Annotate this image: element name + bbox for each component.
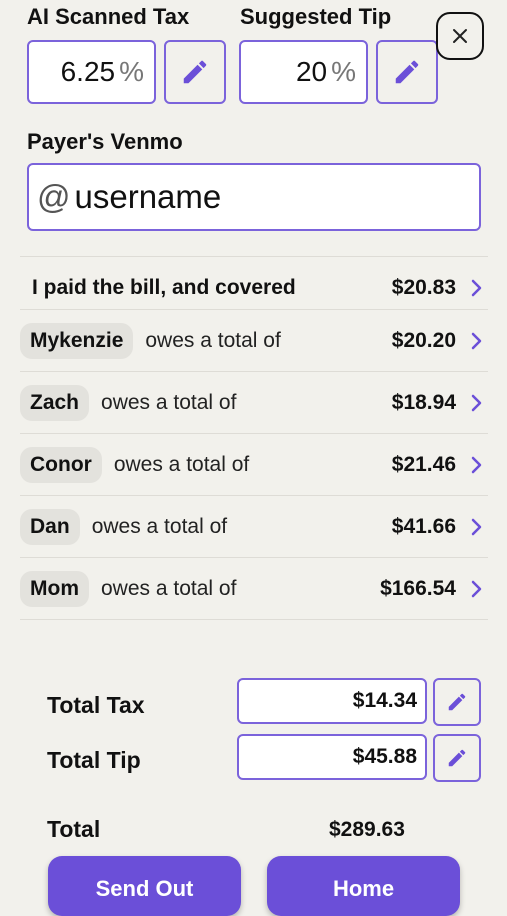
- at-prefix: @: [37, 178, 71, 215]
- person-row[interactable]: Zach owes a total of $18.94: [20, 371, 488, 434]
- edit-tax-button[interactable]: [164, 40, 226, 104]
- total-tip-field[interactable]: $45.88: [237, 734, 427, 780]
- send-out-button[interactable]: Send Out: [48, 856, 241, 916]
- owes-text: owes a total of: [113, 453, 250, 476]
- close-button[interactable]: [436, 12, 484, 60]
- list-divider: [20, 619, 488, 620]
- payer-row-amount: $20.83: [391, 276, 456, 299]
- owes-text: owes a total of: [91, 515, 228, 538]
- person-amount: $41.66: [391, 515, 456, 538]
- total-tip-value: $45.88: [352, 745, 417, 768]
- venmo-label: Payer's Venmo: [27, 129, 183, 154]
- edit-tip-button[interactable]: [376, 40, 438, 104]
- edit-total-tip-button[interactable]: [433, 734, 481, 782]
- person-name: Zach: [20, 385, 90, 421]
- owes-text: owes a total of: [101, 577, 237, 600]
- person-name: Mom: [20, 571, 89, 607]
- home-button[interactable]: Home: [267, 856, 460, 916]
- close-icon: [453, 29, 467, 43]
- person-row[interactable]: Mykenzie owes a total of $20.20: [20, 309, 488, 372]
- payer-row-text: I paid the bill, and covered: [32, 276, 296, 299]
- chevron-right-icon: [464, 332, 488, 350]
- tip-label: Suggested Tip: [240, 4, 392, 29]
- person-name: Conor: [20, 447, 102, 483]
- tax-label: AI Scanned Tax: [27, 4, 190, 29]
- chevron-right-icon: [464, 456, 488, 474]
- person-amount: $18.94: [391, 391, 456, 414]
- chevron-right-icon: [464, 394, 488, 412]
- total-tax-label: Total Tax: [47, 692, 145, 718]
- total-value: $289.63: [329, 818, 405, 841]
- tax-percent-value: 6.25: [60, 56, 116, 87]
- total-tax-value: $14.34: [352, 689, 417, 712]
- pencil-icon: [448, 693, 466, 711]
- person-amount: $20.20: [391, 329, 456, 352]
- edit-total-tax-button[interactable]: [433, 678, 481, 726]
- pencil-icon: [448, 749, 466, 767]
- person-name: Dan: [20, 509, 80, 545]
- total-label: Total: [47, 816, 101, 842]
- tax-percent-unit: %: [119, 56, 144, 87]
- person-name: Mykenzie: [20, 323, 134, 359]
- person-amount: $21.46: [391, 453, 456, 476]
- chevron-right-icon: [464, 518, 488, 536]
- owes-text: owes a total of: [145, 329, 281, 352]
- tax-percent-field[interactable]: 6.25 %: [27, 40, 156, 104]
- tip-percent-field[interactable]: 20 %: [239, 40, 368, 104]
- owes-text: owes a total of: [101, 391, 237, 414]
- chevron-right-icon: [464, 279, 488, 297]
- person-row[interactable]: Conor owes a total of $21.46: [20, 433, 488, 496]
- total-tax-field[interactable]: $14.34: [237, 678, 427, 724]
- total-tip-label: Total Tip: [47, 747, 141, 773]
- tip-percent-value: 20: [295, 56, 328, 87]
- person-amount: $166.54: [380, 577, 456, 600]
- tip-percent-unit: %: [331, 56, 356, 87]
- venmo-username-input[interactable]: @ username: [27, 163, 481, 231]
- person-row[interactable]: Mom owes a total of $166.54: [20, 557, 488, 620]
- pencil-icon: [395, 60, 419, 84]
- venmo-placeholder: username: [74, 178, 222, 215]
- chevron-right-icon: [464, 580, 488, 598]
- person-row[interactable]: Dan owes a total of $41.66: [20, 495, 488, 558]
- pencil-icon: [183, 60, 207, 84]
